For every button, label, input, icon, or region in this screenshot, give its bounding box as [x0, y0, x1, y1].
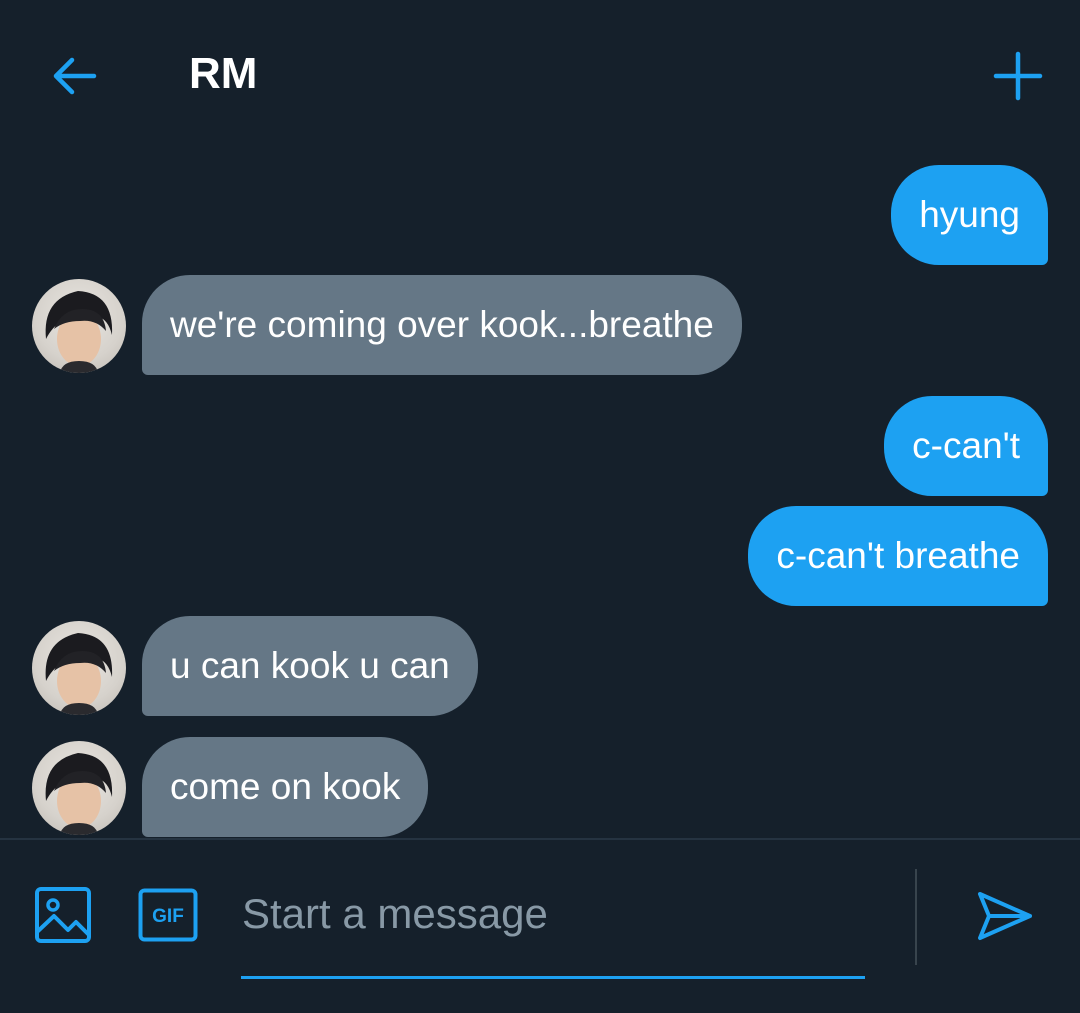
send-button[interactable]: [975, 888, 1035, 944]
message-bubble-received[interactable]: u can kook u can: [142, 616, 478, 716]
dm-conversation-screen: RM hyung we're coming over kook...breath…: [0, 0, 1080, 1013]
message-row-sent: hyung: [0, 165, 1080, 265]
message-row-received: u can kook u can: [0, 616, 1080, 716]
gif-icon: GIF: [138, 888, 198, 942]
avatar[interactable]: [32, 621, 126, 715]
send-divider: [915, 869, 917, 965]
add-media-button[interactable]: [34, 886, 92, 944]
composer-divider: [0, 838, 1080, 840]
conversation-header: RM: [0, 0, 1080, 150]
back-button[interactable]: [48, 50, 100, 102]
gif-label: GIF: [152, 906, 184, 927]
arrow-left-icon: [53, 57, 97, 95]
message-row-received: come on kook: [0, 737, 1080, 837]
message-row-sent: c-can't breathe: [0, 506, 1080, 606]
avatar-portrait-icon: [45, 291, 113, 373]
conversation-title: RM: [189, 49, 258, 98]
add-button[interactable]: [988, 46, 1048, 106]
message-input-underline: [241, 976, 865, 979]
message-bubble-received[interactable]: we're coming over kook...breathe: [142, 275, 742, 375]
message-bubble-sent[interactable]: c-can't breathe: [748, 506, 1048, 606]
avatar-portrait-icon: [45, 633, 113, 715]
send-icon: [978, 892, 1032, 940]
message-bubble-sent[interactable]: c-can't: [884, 396, 1048, 496]
avatar-portrait-icon: [45, 753, 113, 835]
plus-icon: [993, 51, 1043, 101]
message-bubble-sent[interactable]: hyung: [891, 165, 1048, 265]
message-bubble-received[interactable]: come on kook: [142, 737, 429, 837]
avatar[interactable]: [32, 279, 126, 373]
message-row-received: we're coming over kook...breathe: [0, 275, 1080, 375]
message-row-sent: c-can't: [0, 396, 1080, 496]
avatar[interactable]: [32, 741, 126, 835]
message-input[interactable]: [242, 882, 866, 946]
gif-button[interactable]: GIF: [138, 888, 198, 942]
image-icon: [35, 887, 91, 943]
